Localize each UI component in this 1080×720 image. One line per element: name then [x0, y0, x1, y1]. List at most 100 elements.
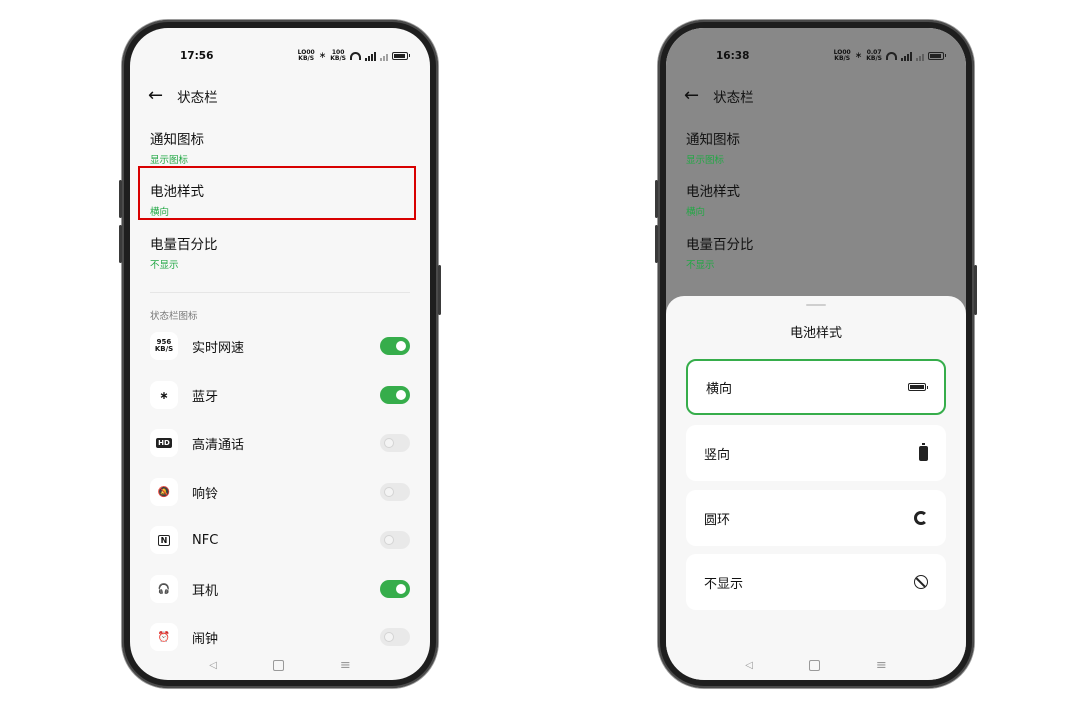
- pref-summary: 显示图标: [686, 155, 725, 166]
- nav-menu-icon[interactable]: ≡: [340, 659, 351, 672]
- page-title: 状态栏: [177, 90, 218, 106]
- option-vertical[interactable]: 竖向: [686, 425, 946, 481]
- signal-icon: [901, 51, 912, 61]
- alarm-clock-icon: ⏰: [150, 623, 178, 651]
- pref-battery-percentage[interactable]: 电量百分比 不显示: [150, 233, 218, 271]
- network-speed-indicator: LO00 KB/S: [833, 49, 851, 62]
- status-icon-row-nfc[interactable]: N NFC: [150, 525, 410, 555]
- pref-battery-percentage: 电量百分比 不显示: [686, 233, 754, 271]
- bluetooth-icon: ∗: [318, 51, 327, 61]
- pref-title: 电量百分比: [150, 237, 218, 253]
- phone-right: 16:38 LO00 KB/S ∗ 0.07 KB/S ← 状态栏 通知图标 显示图…: [655, 20, 977, 688]
- wifi-icon: [350, 52, 361, 60]
- bluetooth-icon: ∗: [150, 381, 178, 409]
- status-icon-row-network-speed[interactable]: 956 KB/S 实时网速: [150, 331, 410, 361]
- pref-summary: 不显示: [686, 260, 715, 271]
- row-label: 实时网速: [192, 340, 245, 356]
- pref-title: 电量百分比: [686, 237, 754, 253]
- phone-left: 17:56 LO00 KB/S ∗ 100 KB/S ← 状态栏 通知图标 显示图标…: [119, 20, 441, 688]
- toggle-switch[interactable]: [380, 434, 410, 452]
- section-label: 状态栏图标: [150, 311, 198, 322]
- toggle-switch[interactable]: [380, 483, 410, 501]
- status-icon-row-bluetooth[interactable]: ∗ 蓝牙: [150, 380, 410, 410]
- signal-icon: [916, 52, 924, 61]
- status-time: 16:38: [716, 50, 750, 62]
- row-label: 蓝牙: [192, 389, 219, 405]
- network-speed-indicator: LO00 KB/S: [297, 49, 315, 62]
- battery-icon: [928, 52, 946, 60]
- pref-summary: 显示图标: [150, 155, 189, 166]
- option-horizontal[interactable]: 横向: [686, 359, 946, 415]
- status-bar: 17:56 LO00 KB/S ∗ 100 KB/S: [130, 48, 430, 64]
- power-button: [974, 265, 977, 315]
- option-label: 竖向: [704, 447, 731, 463]
- status-icon-row-hd-call[interactable]: HD 高清通话: [150, 428, 410, 458]
- status-icons: LO00 KB/S ∗ 100 KB/S: [297, 49, 410, 62]
- battery-vertical-icon: [919, 442, 928, 461]
- volume-button: [119, 180, 122, 218]
- nav-back-icon[interactable]: ◁: [745, 660, 753, 671]
- pref-title: 通知图标: [150, 132, 204, 148]
- hd-call-icon: HD: [150, 429, 178, 457]
- toggle-switch[interactable]: [380, 628, 410, 646]
- pref-battery-style: 电池样式 横向: [686, 180, 740, 218]
- toggle-switch[interactable]: [380, 531, 410, 549]
- pref-notification-icons[interactable]: 通知图标 显示图标: [150, 128, 204, 166]
- sheet-drag-handle[interactable]: [806, 304, 826, 306]
- page-header: ← 状态栏: [148, 86, 218, 107]
- page-header: ← 状态栏: [684, 85, 754, 107]
- battery-horizontal-icon: [908, 383, 928, 391]
- wifi-icon: [886, 52, 897, 60]
- back-arrow-icon: ←: [684, 85, 700, 106]
- data-speed-indicator: 100 KB/S: [330, 49, 346, 62]
- option-label: 横向: [706, 381, 733, 397]
- signal-icon: [380, 52, 388, 61]
- status-bar: 16:38 LO00 KB/S ∗ 0.07 KB/S: [666, 48, 966, 64]
- highlight-box: [138, 166, 416, 220]
- pref-title: 电池样式: [686, 184, 740, 200]
- page-title: 状态栏: [713, 90, 754, 106]
- status-icons: LO00 KB/S ∗ 0.07 KB/S: [833, 49, 946, 62]
- back-arrow-icon[interactable]: ←: [148, 87, 163, 105]
- headphones-icon: 🎧: [150, 575, 178, 603]
- power-button: [438, 265, 441, 315]
- data-speed-indicator: 0.07 KB/S: [866, 49, 882, 62]
- nav-home-icon[interactable]: [808, 659, 820, 671]
- navigation-bar: ◁ ≡: [130, 656, 430, 674]
- status-time: 17:56: [180, 50, 214, 62]
- battery-ring-icon: [914, 511, 928, 525]
- pref-summary: 横向: [686, 207, 706, 218]
- screen-right: 16:38 LO00 KB/S ∗ 0.07 KB/S ← 状态栏 通知图标 显示图…: [666, 28, 966, 680]
- row-label: 高清通话: [192, 437, 245, 453]
- toggle-switch[interactable]: [380, 580, 410, 598]
- option-label: 圆环: [704, 512, 731, 528]
- nav-home-icon[interactable]: [272, 659, 284, 671]
- volume-button: [655, 180, 658, 218]
- toggle-switch[interactable]: [380, 386, 410, 404]
- row-label: 响铃: [192, 486, 219, 502]
- no-display-icon: [914, 575, 928, 589]
- screen-left: 17:56 LO00 KB/S ∗ 100 KB/S ← 状态栏 通知图标 显示图标…: [130, 28, 430, 680]
- nav-back-icon[interactable]: ◁: [209, 660, 217, 671]
- status-icon-row-ringer[interactable]: 🔕 响铃: [150, 477, 410, 507]
- network-speed-icon: 956 KB/S: [150, 332, 178, 360]
- option-label: 不显示: [704, 576, 744, 592]
- sheet-title: 电池样式: [789, 326, 842, 341]
- option-hidden[interactable]: 不显示: [686, 554, 946, 610]
- nfc-icon: N: [150, 526, 178, 554]
- bluetooth-icon: ∗: [854, 51, 863, 61]
- pref-notification-icons: 通知图标 显示图标: [686, 128, 740, 166]
- row-label: 闹钟: [192, 631, 219, 647]
- toggle-switch[interactable]: [380, 337, 410, 355]
- status-icon-row-headphones[interactable]: 🎧 耳机: [150, 574, 410, 604]
- option-ring[interactable]: 圆环: [686, 490, 946, 546]
- battery-icon: [392, 52, 410, 60]
- status-icon-row-alarm[interactable]: ⏰ 闹钟: [150, 622, 410, 652]
- navigation-bar: ◁ ≡: [666, 656, 966, 674]
- divider: [150, 292, 410, 293]
- pref-summary: 不显示: [150, 260, 179, 271]
- nav-menu-icon[interactable]: ≡: [876, 659, 887, 672]
- battery-style-sheet: 电池样式 横向 竖向 圆环 不显示 ◁ ≡: [666, 296, 966, 680]
- volume-button: [655, 225, 658, 263]
- pref-title: 通知图标: [686, 132, 740, 148]
